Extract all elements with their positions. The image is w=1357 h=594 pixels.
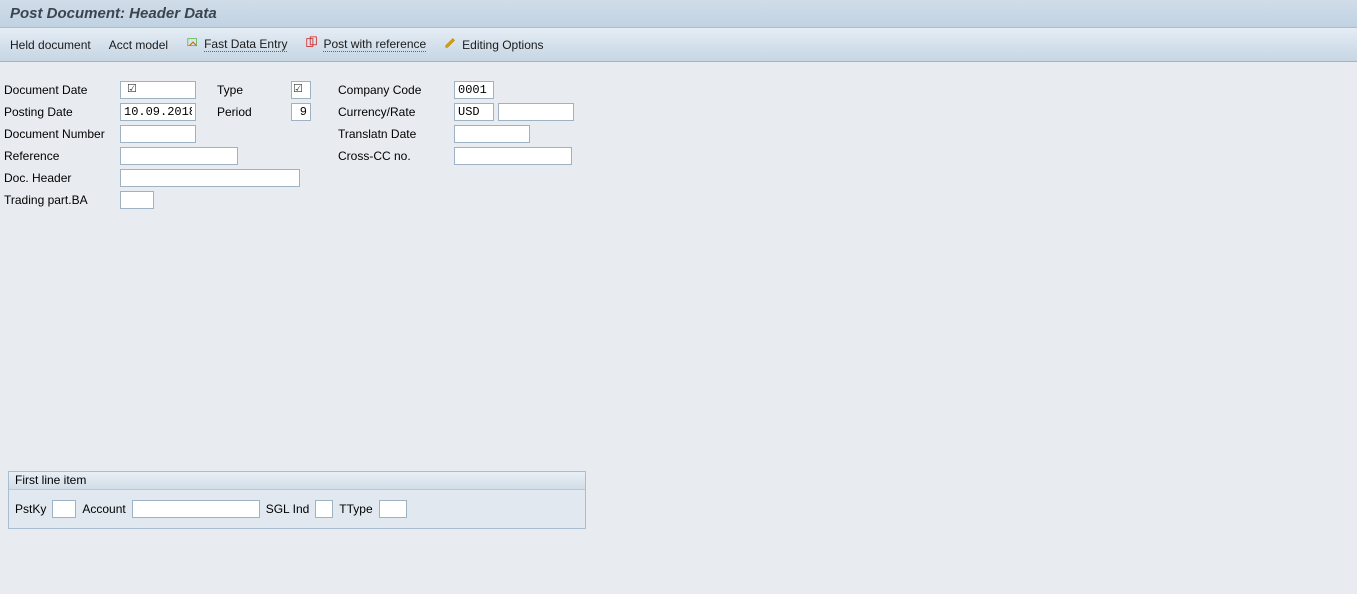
account-input[interactable] bbox=[132, 500, 260, 518]
title-bar: Post Document: Header Data bbox=[0, 0, 1357, 28]
ttype-input[interactable] bbox=[379, 500, 407, 518]
held-document-button[interactable]: Held document bbox=[10, 38, 91, 52]
trading-part-ba-label: Trading part.BA bbox=[4, 193, 120, 207]
page-title: Post Document: Header Data bbox=[10, 5, 217, 22]
sgl-ind-input[interactable] bbox=[315, 500, 333, 518]
fast-data-entry-button[interactable]: Fast Data Entry bbox=[186, 36, 287, 53]
doc-header-input[interactable] bbox=[120, 169, 300, 187]
currency-rate-input[interactable] bbox=[454, 103, 494, 121]
company-code-input[interactable] bbox=[454, 81, 494, 99]
doc-header-label: Doc. Header bbox=[4, 171, 120, 185]
form-area: Document Date ☑ Posting Date Document Nu… bbox=[0, 62, 1357, 470]
cross-cc-no-input[interactable] bbox=[454, 147, 572, 165]
company-code-label: Company Code bbox=[338, 83, 454, 97]
type-input[interactable] bbox=[291, 81, 311, 99]
first-line-item-panel: First line item PstKy Account SGL Ind TT… bbox=[8, 471, 586, 529]
pencil-icon bbox=[444, 36, 458, 53]
posting-date-label: Posting Date bbox=[4, 105, 120, 119]
fast-data-entry-icon bbox=[186, 36, 200, 53]
reference-label: Reference bbox=[4, 149, 120, 163]
held-document-label: Held document bbox=[10, 38, 91, 52]
post-with-reference-icon bbox=[305, 36, 319, 53]
translatn-date-input[interactable] bbox=[454, 125, 530, 143]
post-with-reference-button[interactable]: Post with reference bbox=[305, 36, 426, 53]
acct-model-label: Acct model bbox=[109, 38, 168, 52]
trading-part-ba-input[interactable] bbox=[120, 191, 154, 209]
editing-options-button[interactable]: Editing Options bbox=[444, 36, 543, 53]
reference-input[interactable] bbox=[120, 147, 238, 165]
application-toolbar: Held document Acct model Fast Data Entry… bbox=[0, 28, 1357, 62]
posting-date-input[interactable] bbox=[120, 103, 196, 121]
post-with-reference-label: Post with reference bbox=[323, 37, 426, 52]
pstky-label: PstKy bbox=[15, 502, 46, 516]
sgl-ind-label: SGL Ind bbox=[266, 502, 310, 516]
ttype-label: TType bbox=[339, 502, 372, 516]
currency-rate-label: Currency/Rate bbox=[338, 105, 454, 119]
period-label: Period bbox=[217, 105, 291, 119]
pstky-input[interactable] bbox=[52, 500, 76, 518]
currency-rate-extra-input[interactable] bbox=[498, 103, 574, 121]
document-date-label: Document Date bbox=[4, 83, 120, 97]
document-number-label: Document Number bbox=[4, 127, 120, 141]
cross-cc-no-label: Cross-CC no. bbox=[338, 149, 454, 163]
first-line-item-body: PstKy Account SGL Ind TType bbox=[9, 490, 585, 528]
translatn-date-label: Translatn Date bbox=[338, 127, 454, 141]
fast-data-entry-label: Fast Data Entry bbox=[204, 37, 287, 52]
document-date-input[interactable] bbox=[120, 81, 196, 99]
account-label: Account bbox=[82, 502, 125, 516]
editing-options-label: Editing Options bbox=[462, 38, 543, 52]
acct-model-button[interactable]: Acct model bbox=[109, 38, 168, 52]
period-input[interactable] bbox=[291, 103, 311, 121]
first-line-item-title: First line item bbox=[9, 472, 585, 490]
document-number-input[interactable] bbox=[120, 125, 196, 143]
type-label: Type bbox=[217, 83, 291, 97]
